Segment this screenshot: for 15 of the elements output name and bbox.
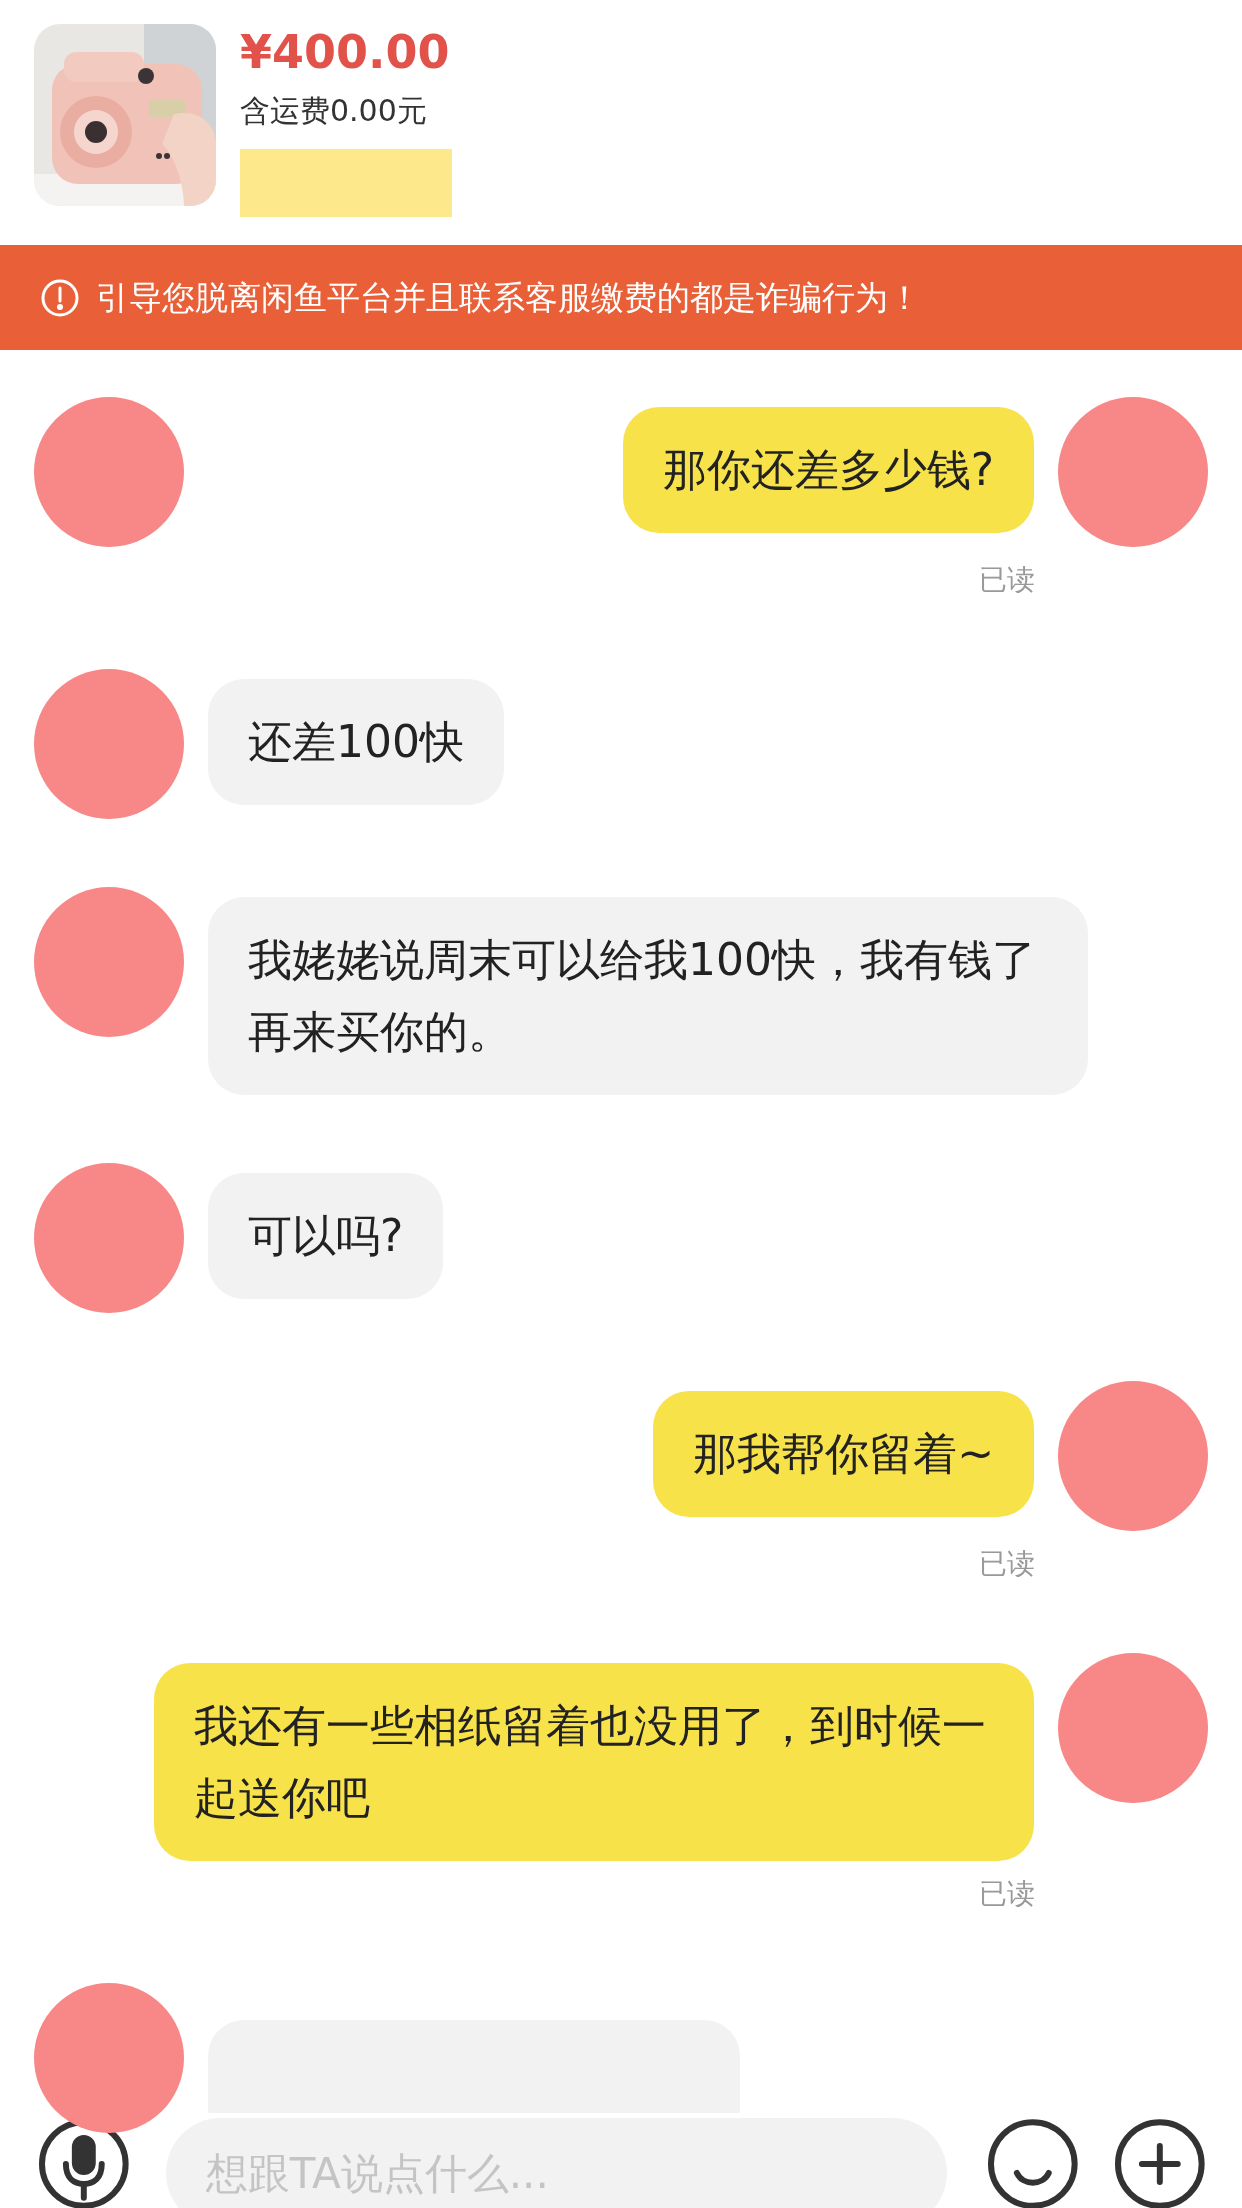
message-bubble: 可以吗? [208,1173,444,1299]
read-receipt: 已读 [979,1876,1035,1912]
message-bubble: 那我帮你留着~ [653,1391,1034,1517]
shipping-fee: 含运费0.00元 [240,92,428,130]
warning-icon [40,277,80,318]
message-bubble: 我还有一些相纸留着也没用了，到时候一起送你吧 [154,1663,1034,1861]
message-bubble: 那你还差多少钱? [622,407,1034,533]
plus-icon[interactable] [1114,2118,1206,2208]
warning-text: 引导您脱离闲鱼平台并且联系客服缴费的都是诈骗行为！ [96,276,921,319]
message-bubble: 我姥姥说周末可以给我100快，我有钱了再来买你的。 [208,897,1088,1095]
message-bubble: 还差100快 [208,679,504,805]
price: ¥400.00 [240,24,451,80]
emoji-icon[interactable] [986,2118,1079,2208]
read-receipt: 已读 [979,1546,1035,1582]
read-receipt: 已读 [979,562,1035,598]
